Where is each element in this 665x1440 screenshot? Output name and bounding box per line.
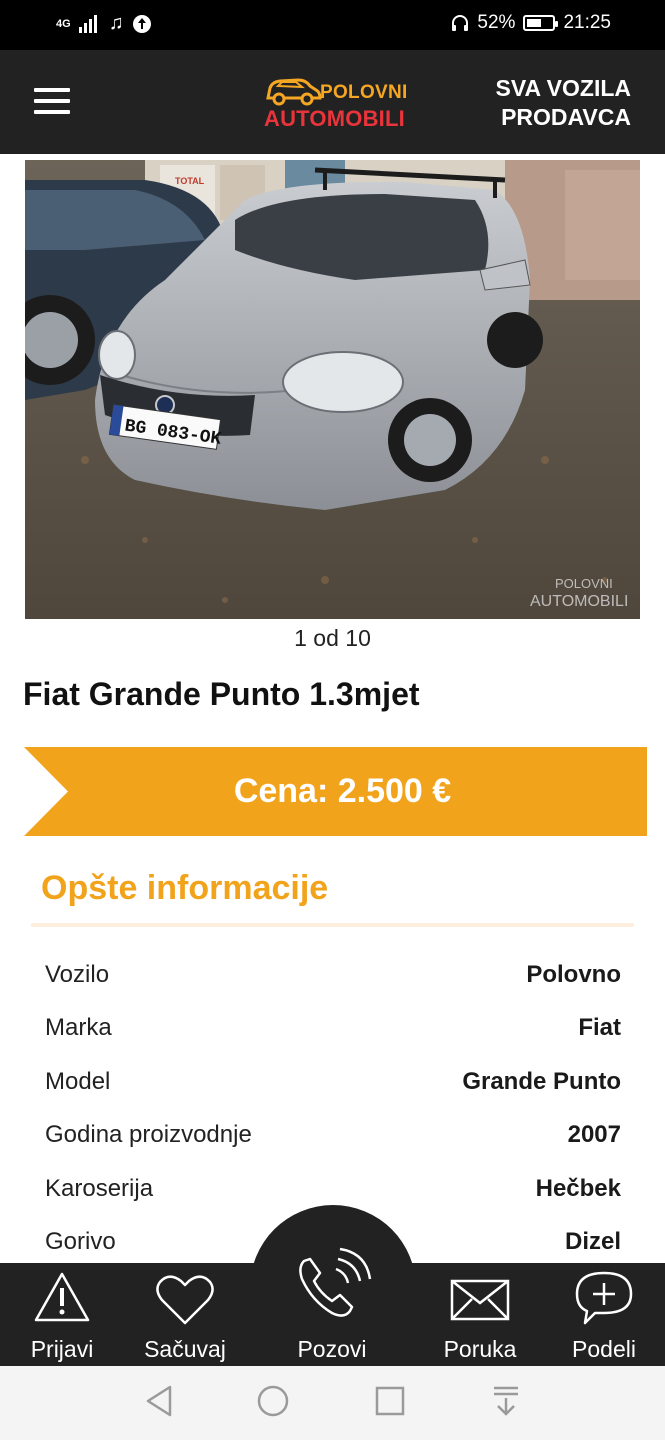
info-label: Karoserija [45, 1174, 154, 1202]
info-label: Marka [45, 1014, 112, 1042]
price-label: Cena: 2.500 € [233, 772, 452, 810]
info-label: Gorivo [45, 1228, 116, 1256]
share-button[interactable]: Podeli [546, 1263, 662, 1366]
comment-plus-icon [575, 1271, 633, 1325]
price-banner: Cena: 2.500 € [24, 747, 647, 836]
report-label: Prijavi [30, 1336, 94, 1362]
info-value: Polovno [526, 960, 621, 988]
battery-icon [523, 15, 559, 31]
clock: 21:25 [563, 12, 611, 33]
info-row: Vozilo Polovno [45, 948, 621, 1002]
battery-percent: 52% [477, 12, 516, 33]
navigation-bar [0, 1366, 665, 1440]
info-label: Vozilo [45, 960, 110, 988]
info-value: 2007 [567, 1121, 621, 1149]
menu-icon[interactable] [34, 88, 70, 114]
share-label: Podeli [572, 1336, 636, 1362]
signal-icon [78, 14, 97, 33]
save-button[interactable]: Sačuvaj [124, 1263, 246, 1366]
sign-text: TOTAL [175, 176, 205, 186]
info-row: Model Grande Punto [45, 1055, 621, 1109]
action-bar: Prijavi Sačuvaj Pozovi Poruka Podeli [0, 1247, 665, 1366]
seller-vehicles-button[interactable]: SVA VOZILA PRODAVCA [471, 74, 631, 132]
network-label: 4G [56, 17, 71, 30]
listing-title: Fiat Grande Punto 1.3mjet [23, 676, 420, 712]
logo[interactable]: POLOVNI AUTOMOBILI [262, 72, 412, 134]
recents-icon[interactable] [374, 1384, 406, 1418]
music-icon: ♫ [108, 12, 124, 34]
logo-line2: AUTOMOBILI [264, 106, 405, 131]
status-right: 52% 21:25 [451, 12, 611, 34]
warning-icon [34, 1272, 90, 1322]
section-title-general-info: Opšte informacije [41, 869, 329, 907]
seller-line1: SVA VOZILA [495, 75, 631, 101]
save-label: Sačuvaj [144, 1336, 226, 1362]
notification-pulldown-icon[interactable] [490, 1384, 522, 1418]
app-header: POLOVNI AUTOMOBILI SVA VOZILA PRODAVCA [0, 50, 665, 154]
envelope-icon [450, 1279, 510, 1321]
info-label: Godina proizvodnje [45, 1121, 252, 1149]
section-divider [31, 923, 634, 927]
heart-icon [156, 1275, 214, 1325]
info-row: Godina proizvodnje 2007 [45, 1109, 621, 1163]
call-button[interactable]: Pozovi [262, 1247, 402, 1366]
car-logo-icon [266, 78, 322, 106]
report-button[interactable]: Prijavi [4, 1263, 120, 1366]
info-value: Hečbek [535, 1174, 621, 1202]
message-button[interactable]: Poruka [418, 1263, 542, 1366]
watermark-line2: AUTOMOBILI [530, 593, 628, 610]
watermark-line1: POLOVNI [555, 576, 613, 591]
status-left: 4G ♫ [56, 12, 152, 35]
info-row: Marka Fiat [45, 1002, 621, 1056]
headphones-icon [452, 15, 469, 31]
photo-counter: 1 od 10 [294, 625, 371, 651]
info-value: Fiat [578, 1014, 621, 1042]
car-photo[interactable]: TOTAL BG 083-OK POLOVNI AUTOMOBILI [25, 160, 640, 619]
home-icon[interactable] [256, 1384, 290, 1418]
message-label: Poruka [443, 1336, 517, 1362]
info-value: Dizel [564, 1228, 621, 1256]
upload-icon [132, 14, 151, 33]
logo-line1: POLOVNI [320, 82, 408, 103]
screen: 4G ♫ 52% 21:25 POLOVNI AUTOMOBILI SVA VO… [0, 0, 665, 1440]
seller-line2: PRODAVCA [501, 104, 631, 130]
info-label: Model [45, 1067, 111, 1095]
phone-icon [299, 1247, 372, 1317]
call-label: Pozovi [297, 1336, 367, 1362]
back-icon[interactable] [144, 1384, 174, 1418]
info-value: Grande Punto [462, 1067, 621, 1095]
car-photo-illustration: TOTAL BG 083-OK POLOVNI AUTOMOBILI [25, 160, 640, 619]
status-bar: 4G ♫ 52% 21:25 [0, 0, 665, 50]
